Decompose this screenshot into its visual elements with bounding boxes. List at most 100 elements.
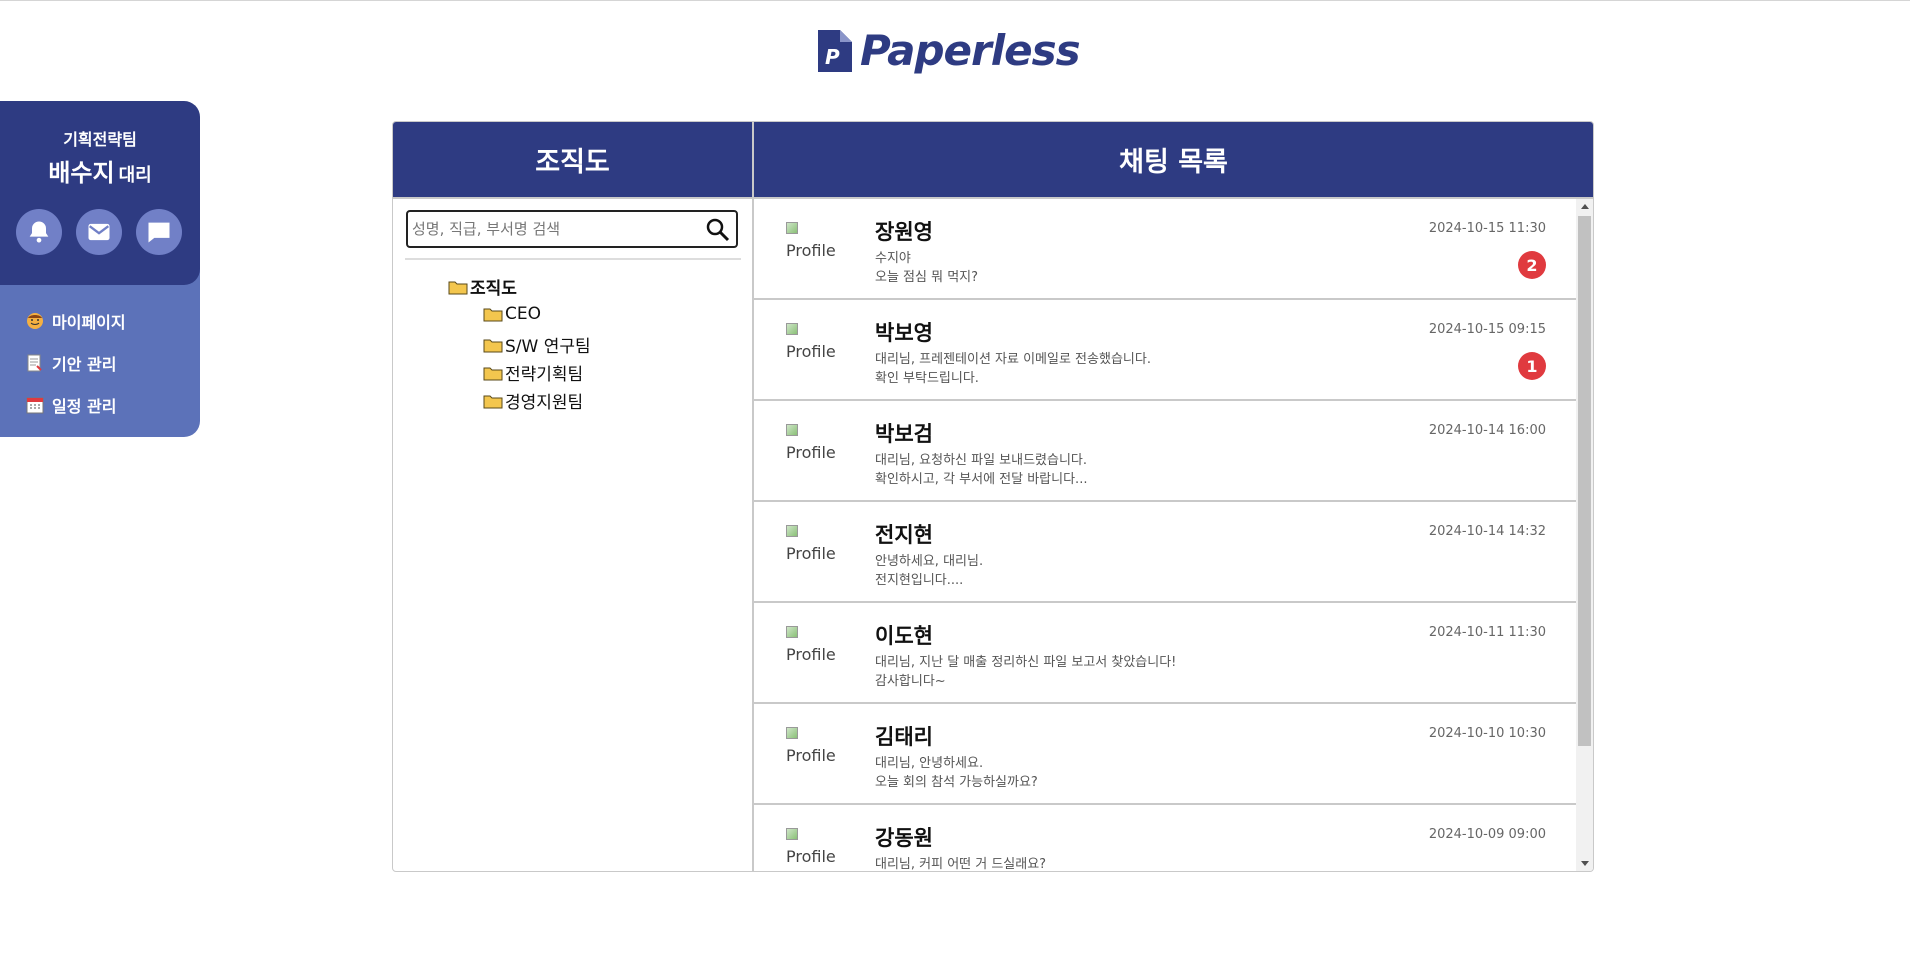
chat-preview: 대리님, 지난 달 매출 정리하신 파일 보고서 찾았습니다! 감사합니다~	[875, 653, 1176, 691]
profile-image: Profile	[786, 727, 836, 765]
tree-node-label: 경영지원팀	[505, 393, 584, 413]
chat-preview-line: 오늘 점심 뭐 먹지?	[875, 270, 979, 285]
chat-timestamp: 2024-10-14 14:32	[1428, 524, 1546, 539]
mail-icon	[88, 223, 110, 241]
folder-icon	[448, 281, 468, 294]
org-chart-panel: 조직도 조직도 CEO S/W 연구팀 전략기획팀 경영지원팀	[393, 122, 754, 871]
profile-alt-text: Profile	[786, 443, 836, 462]
notification-button[interactable]	[16, 209, 62, 255]
tree-node-ceo[interactable]: CEO	[483, 304, 541, 324]
chat-item[interactable]: Profile 김태리 대리님, 안녕하세요. 오늘 회의 참석 가능하실까요? …	[754, 704, 1576, 805]
chat-item[interactable]: Profile 전지현 안녕하세요, 대리님. 전지현입니다.... 2024-1…	[754, 502, 1576, 603]
chat-preview-line: 오늘 회의 참석 가능하실까요?	[875, 775, 1038, 790]
org-search-input[interactable]	[408, 212, 702, 246]
org-search-box	[406, 210, 738, 248]
profile-alt-text: Profile	[786, 342, 836, 361]
logo-text: Paperless	[860, 26, 1081, 75]
folder-icon	[483, 395, 503, 408]
main-panel: 조직도 조직도 CEO S/W 연구팀 전략기획팀 경영지원팀 채팅 목록	[392, 121, 1594, 872]
chat-list: Profile 장원영 수지야 오늘 점심 뭐 먹지? 2024-10-15 11…	[754, 199, 1593, 871]
tree-node-label: 전략기획팀	[505, 365, 584, 385]
user-rank: 대리	[118, 165, 152, 186]
scroll-thumb[interactable]	[1578, 216, 1591, 746]
chat-preview: 대리님, 프레젠테이션 자료 이메일로 전송했습니다. 확인 부탁드립니다.	[875, 350, 1151, 388]
unread-count-badge: 2	[1518, 251, 1546, 279]
sidebar-item-label: 마이페이지	[52, 313, 126, 332]
sidebar-item-schedule-management[interactable]: 일정 관리	[26, 393, 116, 417]
tree-divider	[405, 258, 741, 260]
profile-image: Profile	[786, 828, 836, 866]
chat-sender-name: 이도현	[875, 624, 933, 648]
user-profile-card: 기획전략팀 배수지 대리	[0, 101, 200, 285]
chat-button[interactable]	[136, 209, 182, 255]
app-logo[interactable]: P Paperless	[818, 26, 1081, 75]
svg-text:P: P	[825, 45, 840, 69]
chat-preview: 대리님, 커피 어떤 거 드실래요?	[875, 855, 1046, 871]
top-divider	[0, 0, 1910, 1]
chat-preview-line: 대리님, 커피 어떤 거 드실래요?	[875, 857, 1047, 871]
user-name-line: 배수지 대리	[0, 153, 200, 188]
sidebar-item-label: 일정 관리	[52, 397, 117, 416]
chat-preview-line: 대리님, 안녕하세요.	[875, 756, 984, 771]
unread-count-badge: 1	[1518, 352, 1546, 380]
chat-item[interactable]: Profile 박보영 대리님, 프레젠테이션 자료 이메일로 전송했습니다. 확…	[754, 300, 1576, 401]
chat-timestamp: 2024-10-10 10:30	[1428, 726, 1546, 741]
chat-preview-line: 대리님, 요청하신 파일 보내드렸습니다.	[875, 453, 1088, 468]
paperless-logo-icon: P	[818, 30, 852, 72]
chat-item[interactable]: Profile 이도현 대리님, 지난 달 매출 정리하신 파일 보고서 찾았습…	[754, 603, 1576, 704]
scroll-up-arrow-icon[interactable]	[1576, 199, 1593, 213]
chat-preview: 대리님, 안녕하세요. 오늘 회의 참석 가능하실까요?	[875, 754, 1038, 792]
folder-icon	[483, 308, 503, 322]
chat-list-scrollbar[interactable]	[1576, 199, 1593, 871]
broken-image-icon	[786, 222, 798, 234]
chat-sender-name: 장원영	[875, 220, 933, 244]
profile-alt-text: Profile	[786, 544, 836, 563]
bell-icon	[29, 221, 49, 243]
org-chart-title: 조직도	[393, 122, 752, 199]
broken-image-icon	[786, 525, 798, 537]
scroll-down-arrow-icon[interactable]	[1576, 857, 1593, 871]
chat-item[interactable]: Profile 장원영 수지야 오늘 점심 뭐 먹지? 2024-10-15 11…	[754, 199, 1576, 300]
profile-alt-text: Profile	[786, 847, 836, 866]
chat-item[interactable]: Profile 강동원 대리님, 커피 어떤 거 드실래요? 2024-10-0…	[754, 805, 1576, 871]
tree-node-management-support[interactable]: 경영지원팀	[483, 388, 583, 413]
chat-sender-name: 박보영	[875, 321, 933, 345]
chat-timestamp: 2024-10-11 11:30	[1428, 625, 1546, 640]
calendar-icon	[26, 397, 44, 414]
mail-button[interactable]	[76, 209, 122, 255]
folder-icon	[483, 339, 503, 352]
tree-node-sw-research[interactable]: S/W 연구팀	[483, 332, 591, 357]
chat-preview: 수지야오늘 점심 뭐 먹지?	[875, 249, 978, 287]
profile-image: Profile	[786, 222, 836, 260]
chat-preview-line: 확인 부탁드립니다.	[875, 371, 979, 386]
broken-image-icon	[786, 424, 798, 436]
profile-image: Profile	[786, 525, 836, 563]
chat-preview-line: 수지야	[875, 251, 911, 266]
chat-preview: 안녕하세요, 대리님. 전지현입니다....	[875, 552, 983, 590]
tree-node-label: CEO	[505, 304, 541, 324]
chat-sender-name: 전지현	[875, 523, 933, 547]
document-icon	[27, 354, 42, 372]
folder-icon	[483, 367, 503, 380]
tree-node-strategy-planning[interactable]: 전략기획팀	[483, 360, 583, 385]
chat-sender-name: 강동원	[875, 826, 933, 850]
chat-preview: 대리님, 요청하신 파일 보내드렸습니다. 확인하시고, 각 부서에 전달 바랍니…	[875, 451, 1087, 489]
sidebar-item-mypage[interactable]: 마이페이지	[26, 309, 126, 333]
tree-node-root[interactable]: 조직도	[448, 274, 517, 299]
user-face-icon	[27, 313, 43, 329]
broken-image-icon	[786, 727, 798, 739]
broken-image-icon	[786, 323, 798, 335]
chat-preview-line: 대리님, 지난 달 매출 정리하신 파일 보고서 찾았습니다!	[875, 655, 1177, 670]
chat-preview-line: 대리님, 프레젠테이션 자료 이메일로 전송했습니다.	[875, 352, 1151, 367]
chat-preview-line: 감사합니다~	[875, 674, 946, 689]
chat-item[interactable]: Profile 박보검 대리님, 요청하신 파일 보내드렸습니다. 확인하시고, …	[754, 401, 1576, 502]
user-name: 배수지	[48, 159, 115, 187]
profile-image: Profile	[786, 323, 836, 361]
chat-preview-line: 전지현입니다....	[875, 573, 964, 588]
chat-icon	[148, 222, 170, 243]
chat-list-panel: 채팅 목록 Profile 장원영 수지야 오늘 점심 뭐 먹지? 2024-10…	[754, 122, 1593, 871]
sidebar-item-draft-management[interactable]: 기안 관리	[26, 351, 116, 375]
chat-timestamp: 2024-10-15 09:15	[1428, 322, 1546, 337]
search-icon[interactable]	[705, 217, 731, 243]
chat-timestamp: 2024-10-09 09:00	[1428, 827, 1546, 842]
